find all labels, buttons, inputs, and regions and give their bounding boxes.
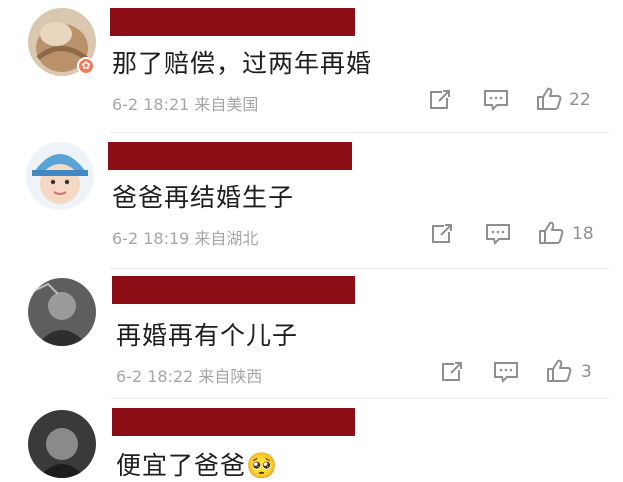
avatar[interactable] xyxy=(28,278,96,346)
like-icon[interactable] xyxy=(546,359,572,383)
comment-item: 再婚再有个儿子 6-2 18:22 来自陕西 3 xyxy=(0,276,623,416)
like-count: 18 xyxy=(572,224,594,244)
redacted-username xyxy=(110,8,355,36)
comment-text: 那了赔偿，过两年再婚 xyxy=(112,49,373,78)
divider xyxy=(110,398,609,399)
share-icon[interactable] xyxy=(440,361,464,383)
divider xyxy=(110,268,609,269)
verified-badge-icon: ✿ xyxy=(77,57,95,75)
comment-meta: 6-2 18:21 来自美国 xyxy=(112,91,258,115)
redacted-username xyxy=(112,408,355,436)
comment-meta: 6-2 18:19 来自湖北 xyxy=(112,225,258,249)
like-icon[interactable] xyxy=(538,221,564,245)
comment-icon[interactable] xyxy=(485,223,511,245)
redacted-username xyxy=(108,142,352,170)
comment-icon[interactable] xyxy=(493,361,519,383)
comment-location: 来自美国 xyxy=(194,95,259,114)
comment-text: 爸爸再结婚生子 xyxy=(112,183,295,212)
comment-text-content: 便宜了爸爸 xyxy=(116,451,247,480)
comment-meta: 6-2 18:22 来自陕西 xyxy=(116,363,262,387)
comment-item: ✿ 那了赔偿，过两年再婚 6-2 18:21 来自美国 22 xyxy=(0,0,623,140)
like-count: 3 xyxy=(581,362,592,382)
like-icon[interactable] xyxy=(536,87,562,111)
comment-time: 6-2 18:21 xyxy=(112,95,190,114)
comment-icon[interactable] xyxy=(483,89,509,111)
share-icon[interactable] xyxy=(428,89,452,111)
avatar[interactable] xyxy=(28,410,96,478)
pleading-face-icon: 🥺 xyxy=(246,451,279,480)
comment-location: 来自陕西 xyxy=(198,367,263,386)
comment-time: 6-2 18:19 xyxy=(112,229,190,248)
redacted-username xyxy=(112,276,355,304)
comment-location: 来自湖北 xyxy=(194,229,259,248)
like-count: 22 xyxy=(569,90,591,110)
comment-item: 便宜了爸爸🥺 xyxy=(0,404,623,480)
comment-text: 再婚再有个儿子 xyxy=(116,321,299,350)
share-icon[interactable] xyxy=(430,223,454,245)
comment-item: 爸爸再结婚生子 6-2 18:19 来自湖北 18 xyxy=(0,140,623,280)
comment-time: 6-2 18:22 xyxy=(116,367,194,386)
comment-text: 便宜了爸爸🥺 xyxy=(116,446,278,482)
divider xyxy=(110,132,609,133)
avatar[interactable] xyxy=(26,142,94,210)
